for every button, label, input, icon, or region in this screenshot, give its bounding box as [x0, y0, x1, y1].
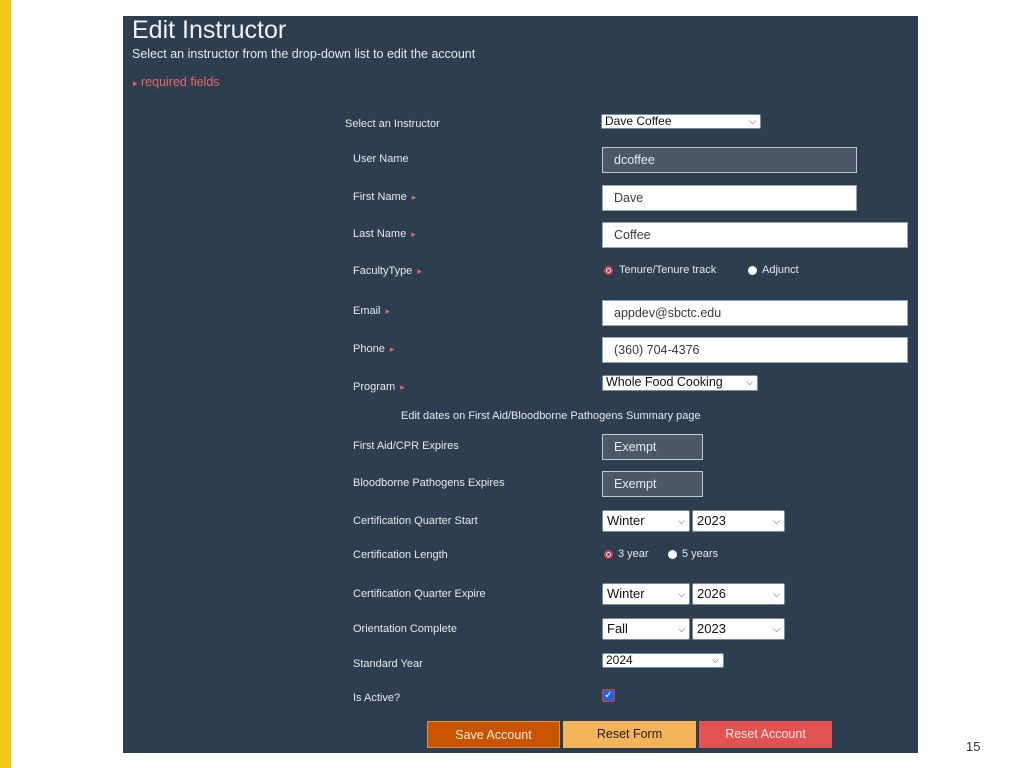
first-aid-label: First Aid/CPR Expires	[353, 440, 459, 452]
cert-start-quarter-value: Winter	[607, 513, 645, 528]
last-name-label: Last Name ▸	[353, 228, 416, 240]
instructor-select[interactable]: Dave Coffee ⌵	[601, 114, 761, 129]
faculty-type-label-text: FacultyType	[353, 265, 413, 277]
chevron-down-icon: ⌵	[773, 516, 780, 526]
program-label-text: Program	[353, 381, 396, 393]
instructor-select-value: Dave Coffee	[605, 114, 672, 128]
orientation-year-value: 2023	[697, 621, 726, 636]
chevron-down-icon: ⌵	[678, 516, 685, 526]
chevron-down-icon: ⌵	[746, 377, 753, 387]
cert-expire-year-value: 2026	[697, 586, 726, 601]
standard-year-label: Standard Year	[353, 658, 423, 670]
chevron-down-icon: ⌵	[773, 624, 780, 634]
required-marker-icon: ▸	[417, 266, 422, 276]
edit-instructor-panel: Edit Instructor Select an instructor fro…	[123, 16, 918, 753]
chevron-down-icon: ⌵	[773, 589, 780, 599]
orientation-quarter-select[interactable]: Fall ⌵	[602, 618, 690, 640]
orientation-label: Orientation Complete	[353, 623, 457, 635]
required-marker-icon: ▸	[411, 229, 416, 239]
email-field[interactable]: appdev@sbctc.edu	[602, 300, 908, 326]
faculty-type-adjunct-radio[interactable]	[748, 266, 757, 275]
page-number: 15	[966, 739, 981, 754]
bloodborne-field: Exempt	[602, 471, 703, 497]
cert-start-year-value: 2023	[697, 513, 726, 528]
user-name-label: User Name	[353, 153, 409, 165]
user-name-field[interactable]: dcoffee	[602, 147, 857, 173]
email-label-text: Email	[353, 305, 381, 317]
required-marker-icon: ▸	[389, 344, 395, 354]
dates-note: Edit dates on First Aid/Bloodborne Patho…	[401, 410, 701, 422]
faculty-type-tenure-radio[interactable]	[604, 266, 613, 275]
last-name-field[interactable]: Coffee	[602, 222, 908, 248]
cert-expire-quarter-value: Winter	[607, 586, 645, 601]
cert-length-5-radio[interactable]	[668, 550, 677, 559]
faculty-type-label: FacultyType ▸	[353, 265, 422, 277]
required-fields-label: required fields	[141, 75, 220, 89]
email-label: Email ▸	[353, 305, 390, 317]
select-instructor-label: Select an Instructor	[345, 118, 440, 130]
chevron-down-icon: ⌵	[678, 589, 685, 599]
page-title: Edit Instructor	[132, 16, 287, 44]
phone-label-text: Phone	[353, 343, 385, 355]
checkmark-icon: ✓	[604, 690, 613, 701]
program-select-value: Whole Food Cooking	[606, 375, 723, 389]
chevron-down-icon: ⌵	[678, 624, 685, 634]
reset-account-button[interactable]: Reset Account	[699, 721, 832, 748]
cert-expire-label: Certification Quarter Expire	[353, 588, 486, 600]
phone-label: Phone ▸	[353, 343, 394, 355]
cert-expire-quarter-select[interactable]: Winter ⌵	[602, 583, 690, 605]
cert-start-quarter-select[interactable]: Winter ⌵	[602, 510, 690, 532]
is-active-label: Is Active?	[353, 692, 401, 704]
standard-year-value: 2024	[606, 653, 633, 667]
first-name-label: First Name ▸	[353, 191, 416, 203]
chevron-down-icon: ⌵	[712, 655, 719, 665]
required-marker-icon: ▸	[400, 382, 405, 392]
first-aid-field: Exempt	[602, 434, 703, 460]
save-account-button[interactable]: Save Account	[427, 721, 560, 748]
orientation-year-select[interactable]: 2023 ⌵	[692, 618, 785, 640]
required-fields-note: ▸ required fields	[133, 75, 220, 89]
standard-year-select[interactable]: 2024 ⌵	[602, 653, 724, 668]
program-select[interactable]: Whole Food Cooking ⌵	[602, 375, 758, 391]
is-active-checkbox[interactable]: ✓	[602, 689, 615, 702]
page-subtitle: Select an instructor from the drop-down …	[132, 47, 476, 61]
required-marker-icon: ▸	[385, 306, 391, 316]
cert-length-3-radio[interactable]	[604, 550, 613, 559]
phone-field[interactable]: (360) 704-4376	[602, 337, 908, 363]
bloodborne-label: Bloodborne Pathogens Expires	[353, 477, 505, 489]
cert-start-label: Certification Quarter Start	[353, 515, 478, 527]
last-name-label-text: Last Name	[353, 228, 407, 240]
program-label: Program ▸	[353, 381, 405, 393]
cert-length-5-label: 5 years	[682, 548, 719, 560]
required-marker-icon: ▸	[411, 192, 417, 202]
first-name-label-text: First Name	[353, 191, 407, 203]
accent-bar	[0, 0, 11, 768]
faculty-type-adjunct-label: Adjunct	[762, 264, 799, 276]
cert-expire-year-select[interactable]: 2026 ⌵	[692, 583, 785, 605]
chevron-down-icon: ⌵	[749, 116, 756, 126]
required-marker-icon: ▸	[133, 78, 138, 88]
cert-length-3-label: 3 year	[618, 548, 649, 560]
cert-start-year-select[interactable]: 2023 ⌵	[692, 510, 785, 532]
first-name-field[interactable]: Dave	[602, 185, 857, 211]
orientation-quarter-value: Fall	[607, 621, 628, 636]
reset-form-button[interactable]: Reset Form	[563, 721, 696, 748]
faculty-type-tenure-label: Tenure/Tenure track	[619, 264, 717, 276]
cert-length-label: Certification Length	[353, 549, 448, 561]
